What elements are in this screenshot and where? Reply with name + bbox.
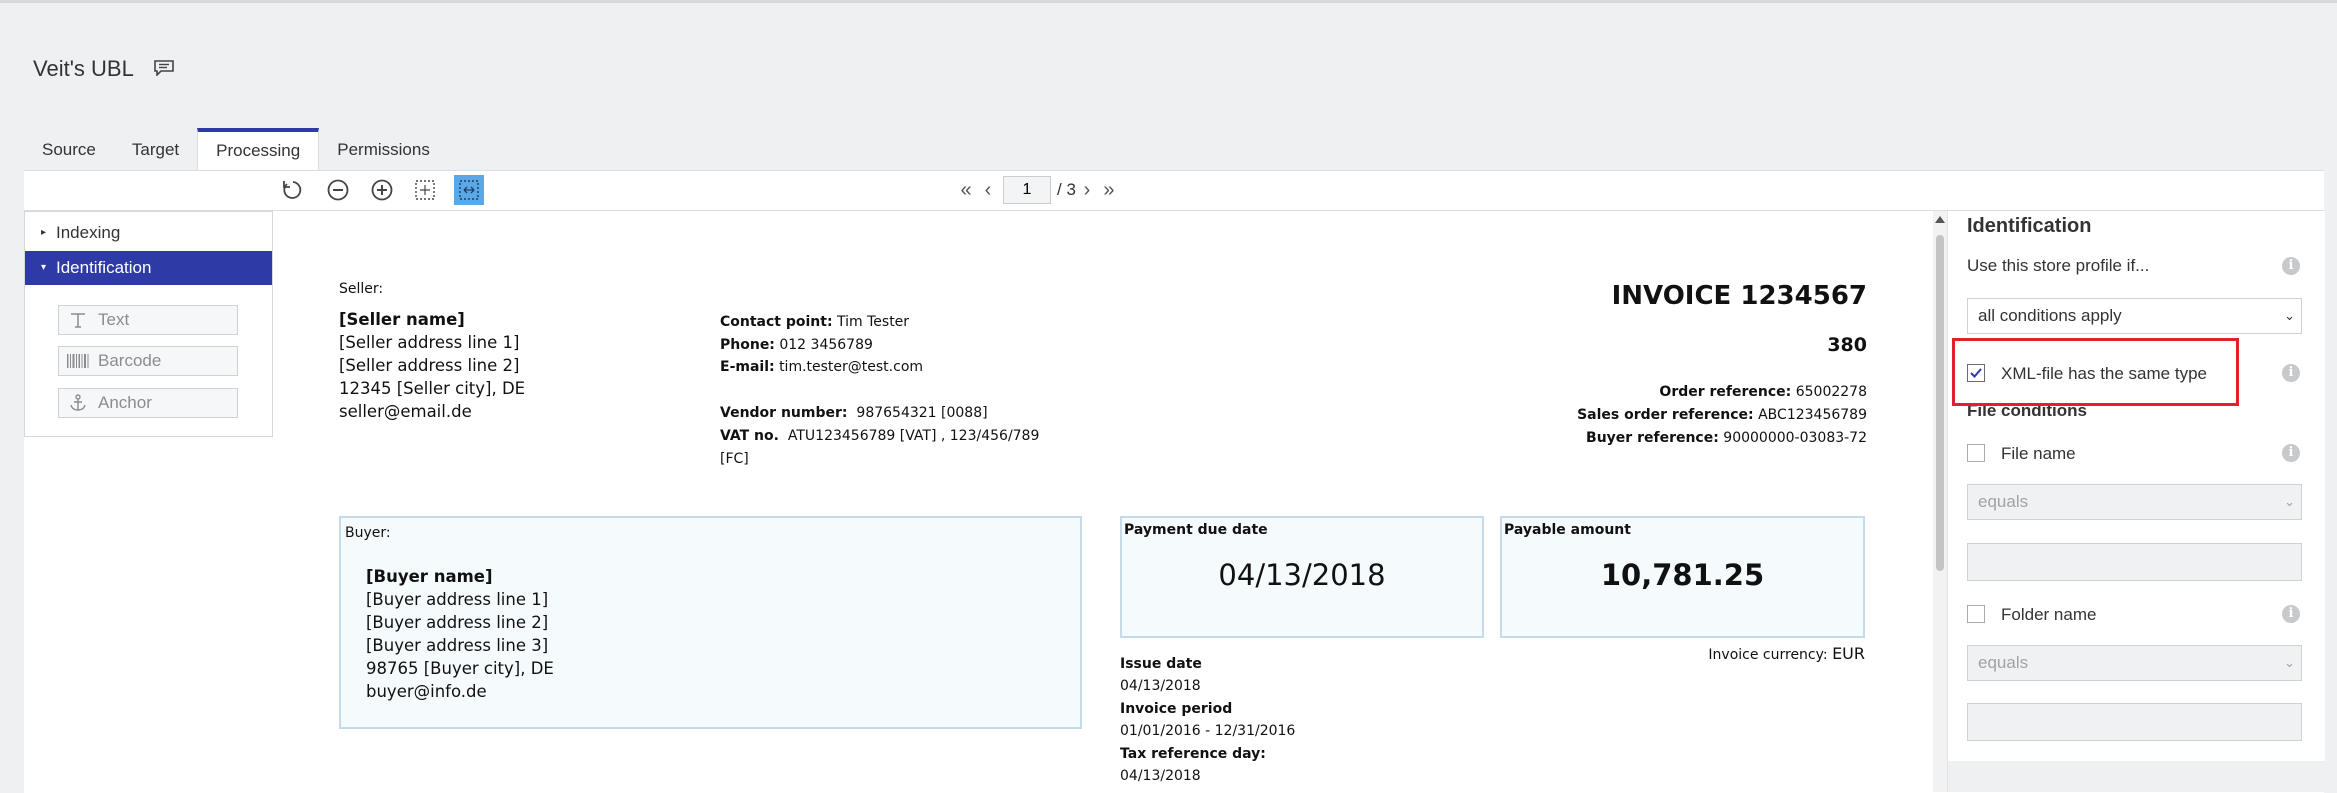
- panel-title: Identification: [1967, 215, 2092, 237]
- vendor-number: Vendor number: 987654321 [0088]: [720, 405, 988, 421]
- first-page-icon[interactable]: «: [955, 179, 977, 202]
- file-name-operator-select[interactable]: equals ⌄: [1967, 484, 2302, 520]
- sales-order-reference: Sales order reference: ABC123456789: [1577, 407, 1867, 423]
- payable-amount-box: Payable amount 10,781.25: [1500, 516, 1865, 638]
- tab-source[interactable]: Source: [24, 128, 114, 170]
- next-page-icon[interactable]: ›: [1076, 179, 1098, 202]
- chevron-down-icon: ⌄: [2284, 655, 2295, 670]
- use-profile-label: Use this store profile if...: [1967, 256, 2150, 275]
- phone: Phone: 012 3456789: [720, 337, 873, 353]
- conditions-select[interactable]: all conditions apply ⌄: [1967, 298, 2302, 334]
- vat-number: VAT no. ATU123456789 [VAT] , 123/456/789: [720, 428, 1040, 444]
- caret-down-icon: ▾: [41, 262, 47, 273]
- payable-amount-label: Payable amount: [1504, 522, 1631, 538]
- page-title: Veit's UBL: [33, 56, 134, 81]
- payable-amount-value: 10,781.25: [1600, 558, 1765, 592]
- comment-icon[interactable]: [154, 60, 174, 76]
- invoice-period-label: Invoice period: [1120, 701, 1233, 717]
- order-reference: Order reference: 65002278: [1659, 384, 1867, 400]
- buyer-address-2: [Buyer address line 2]: [366, 613, 549, 632]
- folder-name-operator-select[interactable]: equals ⌄: [1967, 645, 2302, 681]
- folder-name-label: Folder name: [2001, 605, 2097, 624]
- scroll-up-icon[interactable]: [1935, 216, 1945, 223]
- buyer-box: Buyer: [Buyer name] [Buyer address line …: [339, 516, 1082, 729]
- anchor-icon: [67, 389, 89, 417]
- highlight-box: [1952, 338, 2239, 406]
- file-name-input[interactable]: [1967, 543, 2302, 581]
- info-icon[interactable]: i: [2282, 444, 2300, 462]
- buyer-address-1: [Buyer address line 1]: [366, 590, 549, 609]
- document-viewer: Seller: [Seller name] [Seller address li…: [273, 211, 1933, 792]
- payment-due-value: 04/13/2018: [1218, 558, 1386, 592]
- file-name-checkbox[interactable]: [1967, 444, 1985, 462]
- invoice-title: INVOICE 1234567: [1611, 281, 1867, 311]
- tool-text[interactable]: Text: [58, 305, 238, 335]
- info-icon[interactable]: i: [2282, 364, 2300, 382]
- document-scrollbar[interactable]: [1933, 211, 1947, 792]
- left-panel: ▸ Indexing ▾ Identification Text Barcode…: [24, 211, 273, 437]
- zoom-in-icon[interactable]: [367, 175, 397, 205]
- page-total: / 3: [1057, 180, 1076, 199]
- tool-anchor[interactable]: Anchor: [58, 388, 238, 418]
- buyer-city: 98765 [Buyer city], DE: [366, 659, 554, 678]
- page-number-input[interactable]: [1003, 176, 1051, 204]
- buyer-reference: Buyer reference: 90000000-03083-72: [1586, 430, 1867, 446]
- zoom-out-icon[interactable]: [323, 175, 353, 205]
- tab-bar: Source Target Processing Permissions: [24, 128, 448, 170]
- seller-address-1: [Seller address line 1]: [339, 333, 520, 352]
- seller-name: [Seller name]: [339, 310, 465, 329]
- seller-email: seller@email.de: [339, 402, 472, 421]
- invoice-type-code: 380: [1827, 334, 1867, 356]
- reset-icon[interactable]: [278, 175, 308, 205]
- payment-due-label: Payment due date: [1124, 522, 1268, 538]
- payment-due-box: Payment due date 04/13/2018: [1120, 516, 1484, 638]
- tool-barcode[interactable]: Barcode: [58, 346, 238, 376]
- buyer-address-3: [Buyer address line 3]: [366, 636, 549, 655]
- tree-item-identification[interactable]: ▾ Identification: [25, 251, 272, 285]
- buyer-name: [Buyer name]: [366, 567, 493, 586]
- contact-point: Contact point: Tim Tester: [720, 314, 910, 330]
- identification-panel: Identification Use this store profile if…: [1947, 211, 2325, 792]
- tax-reference-label: Tax reference day:: [1120, 746, 1266, 762]
- vat-suffix: [FC]: [720, 451, 749, 467]
- info-icon[interactable]: i: [2282, 605, 2300, 623]
- seller-address-2: [Seller address line 2]: [339, 356, 520, 375]
- caret-right-icon: ▸: [41, 227, 47, 238]
- prev-page-icon[interactable]: ‹: [977, 179, 999, 202]
- email: E-mail: tim.tester@test.com: [720, 359, 924, 375]
- fit-page-icon[interactable]: [410, 175, 440, 205]
- tax-reference-value: 04/13/2018: [1120, 768, 1201, 784]
- issue-date-label: Issue date: [1120, 656, 1202, 672]
- top-border: [0, 0, 2337, 3]
- pager: « ‹ / 3 › »: [955, 176, 1120, 204]
- tab-permissions[interactable]: Permissions: [319, 128, 448, 170]
- buyer-email: buyer@info.de: [366, 682, 487, 701]
- text-icon: [67, 306, 89, 334]
- issue-date-value: 04/13/2018: [1120, 678, 1201, 694]
- folder-name-checkbox[interactable]: [1967, 605, 1985, 623]
- invoice-period-value: 01/01/2016 - 12/31/2016: [1120, 723, 1296, 739]
- tab-processing[interactable]: Processing: [197, 128, 320, 170]
- fit-width-icon[interactable]: [454, 175, 484, 205]
- tab-target[interactable]: Target: [114, 128, 197, 170]
- buyer-label: Buyer:: [345, 525, 391, 541]
- invoice-currency: Invoice currency: EUR: [1708, 644, 1865, 663]
- barcode-icon: [67, 347, 89, 375]
- last-page-icon[interactable]: »: [1098, 179, 1120, 202]
- panel-footer: [1948, 761, 2325, 792]
- info-icon[interactable]: i: [2282, 257, 2300, 275]
- scroll-thumb[interactable]: [1936, 235, 1944, 571]
- chevron-down-icon: ⌄: [2284, 308, 2295, 323]
- seller-city: 12345 [Seller city], DE: [339, 379, 526, 398]
- chevron-down-icon: ⌄: [2284, 494, 2295, 509]
- tree-item-indexing[interactable]: ▸ Indexing: [25, 216, 272, 250]
- folder-name-input[interactable]: [1967, 703, 2302, 741]
- seller-label: Seller:: [339, 281, 384, 297]
- file-name-label: File name: [2001, 444, 2076, 463]
